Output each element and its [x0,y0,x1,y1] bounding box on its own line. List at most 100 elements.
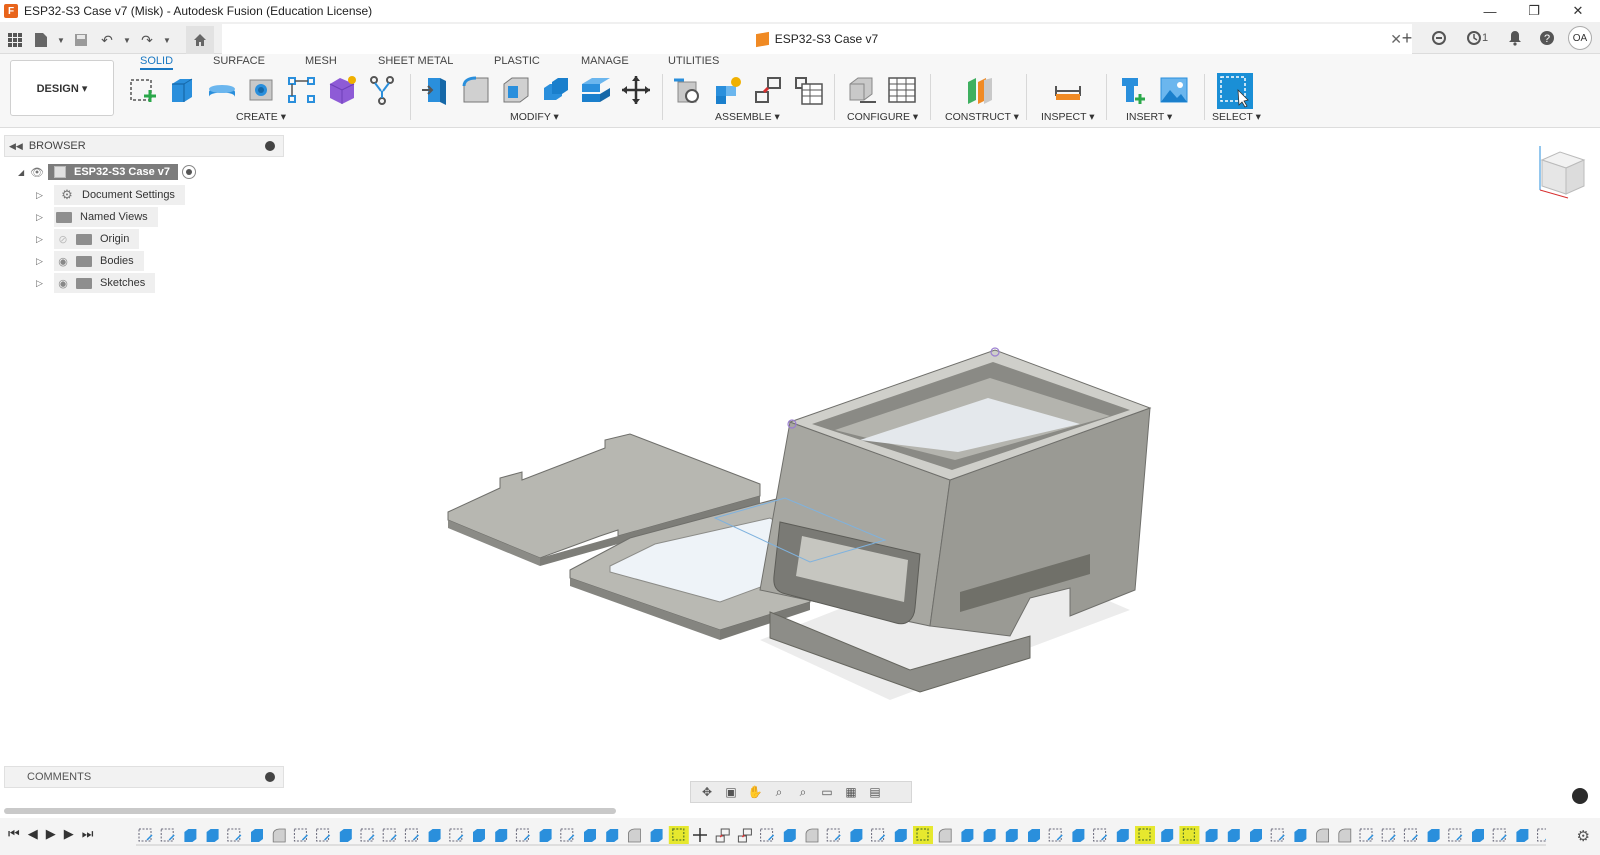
timeline-feature-icon[interactable] [961,829,974,842]
browser-panel-header[interactable]: ◀◀ BROWSER [4,135,284,157]
timeline-feature-icon[interactable] [913,826,933,844]
timeline-feature-icon[interactable] [316,828,331,842]
root-component[interactable]: ESP32-S3 Case v7 [48,164,179,180]
redo-icon[interactable]: ↷ [136,29,158,51]
timeline-feature-icon[interactable] [449,828,464,842]
browser-item-bodies[interactable]: ▷ ◉ Bodies [36,251,144,271]
tab-plastic[interactable]: PLASTIC [494,55,540,67]
file-menu-icon[interactable] [30,29,52,51]
revolve-icon[interactable] [206,74,238,106]
new-tab-plus-icon[interactable]: + [1396,27,1418,49]
derive-icon[interactable] [366,74,398,106]
tab-surface[interactable]: SURFACE [213,55,265,67]
timeline-feature-icon[interactable] [1359,828,1374,842]
fusion-status-icon[interactable] [1572,788,1588,804]
new-component-icon[interactable] [712,74,744,106]
assemble-group-label[interactable]: ASSEMBLE ▾ [715,111,780,123]
timeline-feature-icon[interactable] [360,828,375,842]
browser-item-named-views[interactable]: ▷ Named Views [36,207,158,227]
home-icon[interactable] [186,26,214,54]
timeline-feature-icon[interactable] [1135,826,1155,844]
timeline-feature-icon[interactable] [184,829,197,842]
grid-settings-icon[interactable]: ▦ [841,785,861,799]
browser-minimize-icon[interactable] [265,141,275,151]
inspect-group-label[interactable]: INSPECT ▾ [1041,111,1095,123]
visibility-eye-icon[interactable]: ◉ [54,255,72,268]
timeline-settings-gear-icon[interactable]: ⚙ [1577,827,1590,845]
configure-model-icon[interactable] [846,74,878,106]
view-cube[interactable] [1536,142,1590,200]
create-form-icon[interactable] [326,74,358,106]
restore-button[interactable]: ❐ [1512,0,1556,22]
timeline-feature-icon[interactable] [428,829,441,842]
extrude-icon[interactable] [166,74,198,106]
modify-group-label[interactable]: MODIFY ▾ [510,111,559,123]
timeline-feature-icon[interactable] [1316,828,1329,843]
browser-root-item[interactable]: ◢ 👁 ESP32-S3 Case v7 [18,163,197,181]
display-settings-icon[interactable]: ▭ [817,785,837,799]
expand-arrow-icon[interactable]: ▷ [36,278,54,289]
orbit-icon[interactable]: ✥ [697,785,717,799]
select-tool-icon[interactable] [1216,72,1254,110]
timeline-feature-icon[interactable] [1516,829,1529,842]
undo-icon[interactable]: ↶ [96,29,118,51]
document-tab[interactable]: ESP32-S3 Case v7 ✕ [222,24,1412,54]
notifications-bell-icon[interactable] [1504,27,1526,49]
tab-solid[interactable]: SOLID [140,55,174,70]
timeline-feature-icon[interactable] [1381,828,1396,842]
fit-zoom-icon[interactable]: ⌕ [793,785,813,800]
timeline-feature-icon[interactable] [650,829,663,842]
workspace-switcher-button[interactable]: DESIGN ▾ [10,60,114,116]
select-group-label[interactable]: SELECT ▾ [1212,111,1261,123]
create-sketch-icon[interactable] [128,74,160,106]
timeline-feature-icon[interactable] [293,828,308,842]
timeline-feature-icon[interactable] [339,829,352,842]
browser-item-document-settings[interactable]: ▷ ⚙ Document Settings [36,185,185,205]
hidden-eye-icon[interactable]: ⊘ [54,233,72,246]
timeline-feature-icon[interactable] [1338,828,1352,843]
new-component-link-icon[interactable] [672,74,704,106]
play-icon[interactable]: ▶ [46,826,56,842]
timeline-feature-icon[interactable] [1072,829,1085,842]
viewports-icon[interactable]: ▤ [865,785,885,799]
timeline-feature-icon[interactable] [473,829,485,842]
timeline-feature-icon[interactable] [1250,829,1262,842]
timeline-feature-icon[interactable] [1492,828,1507,842]
timeline-feature-icon[interactable] [1472,829,1484,842]
timeline-feature-icon[interactable] [894,829,907,842]
timeline-feature-icon[interactable] [515,828,530,842]
timeline-track[interactable] [136,826,1546,848]
timeline-feature-icon[interactable] [160,828,175,842]
job-status-icon[interactable]: 1 [1460,27,1494,49]
timeline-feature-icon[interactable] [871,828,886,842]
expand-arrow-icon[interactable]: ▷ [36,212,54,223]
construct-group-label[interactable]: CONSTRUCT ▾ [945,111,1019,123]
timeline-feature-icon[interactable] [382,828,397,842]
timeline-feature-icon[interactable] [584,829,596,842]
configure-group-label[interactable]: CONFIGURE ▾ [847,111,918,123]
measure-icon[interactable] [1052,74,1084,106]
timeline-feature-icon[interactable] [693,828,707,842]
hole-icon[interactable] [246,74,278,106]
shell-icon[interactable] [500,74,532,106]
timeline-feature-icon[interactable] [1028,829,1040,842]
timeline-feature-icon[interactable] [826,828,841,842]
timeline-feature-icon[interactable] [1294,829,1307,842]
go-to-end-icon[interactable]: ⏭ [82,826,94,842]
timeline-feature-icon[interactable] [1179,826,1200,844]
timeline-feature-icon[interactable] [539,829,552,842]
tab-sheet-metal[interactable]: SHEET METAL [378,55,453,67]
comments-expand-icon[interactable] [265,772,275,782]
model-viewport[interactable] [430,340,1190,720]
joint-icon[interactable] [752,74,784,106]
app-grid-icon[interactable] [4,29,26,51]
timeline-feature-icon[interactable] [1093,828,1108,842]
insert-derive-icon[interactable] [1118,74,1150,106]
rectangular-pattern-icon[interactable] [286,74,318,106]
create-group-label[interactable]: CREATE ▾ [236,111,286,123]
tab-utilities[interactable]: UTILITIES [668,55,719,67]
timeline-feature-icon[interactable] [404,828,419,842]
timeline-feature-icon[interactable] [1005,829,1018,842]
timeline-feature-icon[interactable] [227,828,242,842]
expand-triangle-icon[interactable]: ◢ [18,168,30,177]
